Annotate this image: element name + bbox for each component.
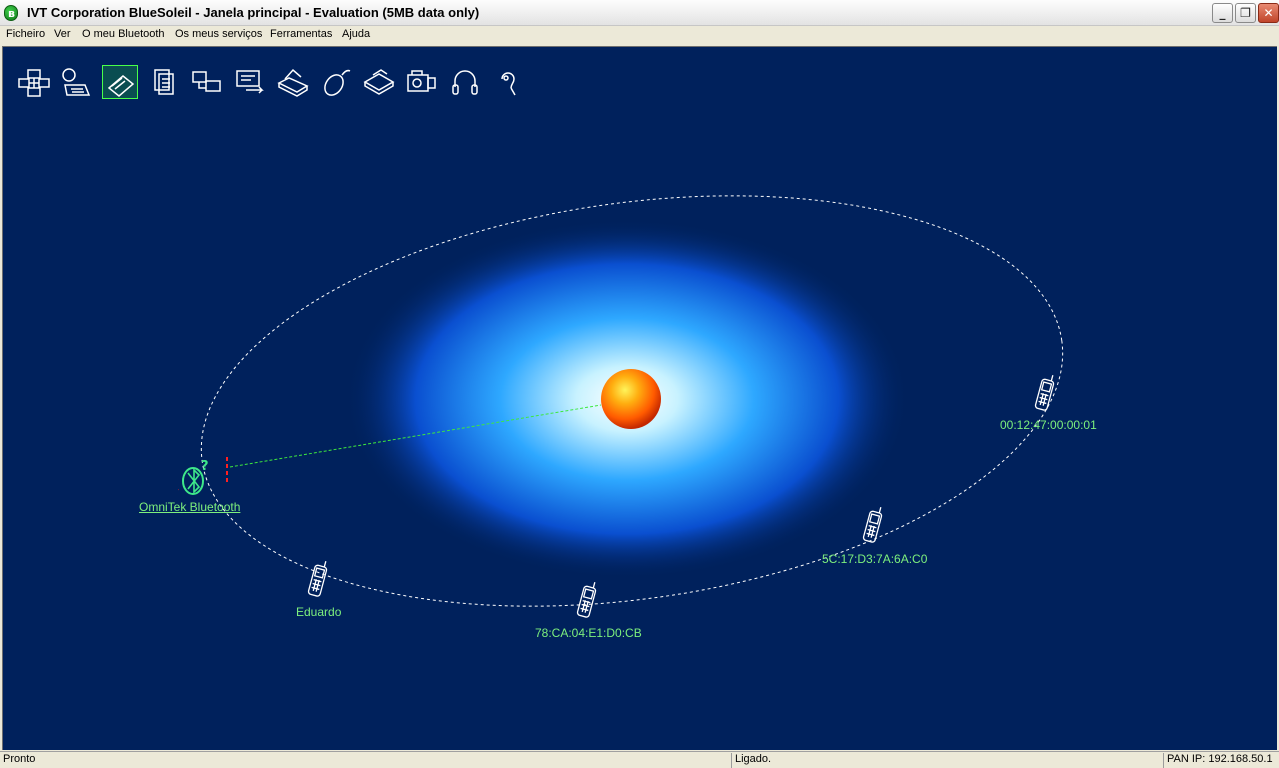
- printer-icon[interactable]: [275, 65, 311, 99]
- menu-o-meu-bluetooth[interactable]: O meu Bluetooth: [82, 28, 165, 40]
- mobile-phone-icon: [1034, 374, 1055, 411]
- device-label[interactable]: 78:CA:04:E1:D0:CB: [535, 626, 642, 640]
- pim-synchronization-icon[interactable]: [146, 65, 182, 99]
- minimize-button[interactable]: _: [1212, 3, 1233, 23]
- headset-icon[interactable]: [490, 65, 526, 99]
- device-00-12-47-00-00-01[interactable]: [1033, 372, 1059, 414]
- local-host-sun[interactable]: [601, 369, 661, 429]
- bluetooth-adapter-icon: ?: [169, 457, 228, 498]
- device-label[interactable]: 5C:17:D3:7A:6A:C0: [822, 552, 927, 566]
- status-bar: Pronto Ligado. PAN IP: 192.168.50.1: [0, 751, 1279, 768]
- restore-button[interactable]: ❐: [1235, 3, 1256, 23]
- file-transfer-icon[interactable]: [102, 65, 138, 99]
- close-button[interactable]: ✕: [1258, 3, 1279, 23]
- menu-ajuda[interactable]: Ajuda: [342, 28, 370, 40]
- mobile-phone-icon: [576, 581, 597, 618]
- menu-ferramentas[interactable]: Ferramentas: [270, 28, 332, 40]
- device-eduardo[interactable]: [306, 558, 332, 600]
- main-window: ʙ IVT Corporation BlueSoleil - Janela pr…: [0, 0, 1279, 768]
- object-push-icon[interactable]: [404, 65, 440, 99]
- mobile-phone-icon: [307, 560, 328, 597]
- device-orbit-scene: [200, 195, 1064, 607]
- personal-area-network-icon[interactable]: [16, 65, 52, 99]
- device-label[interactable]: 00:12:47:00:00:01: [1000, 418, 1097, 432]
- title-bar[interactable]: ʙ IVT Corporation BlueSoleil - Janela pr…: [0, 0, 1279, 26]
- connection-status: Ligado.: [731, 753, 1163, 768]
- local-bluetooth-device[interactable]: ?: [169, 457, 238, 499]
- serial-port-icon[interactable]: [232, 65, 268, 99]
- mouse-icon[interactable]: [318, 65, 354, 99]
- fax-icon[interactable]: [361, 65, 397, 99]
- mobile-phone-icon: [862, 506, 883, 543]
- device-78-ca-04-e1-d0-cb[interactable]: [575, 579, 601, 621]
- bluesoleil-app-icon[interactable]: ʙ: [4, 5, 18, 21]
- headphones-icon[interactable]: [447, 65, 483, 99]
- svg-text:?: ?: [201, 459, 209, 474]
- bluetooth-device-map[interactable]: ? OmniTek Bluetooth 00:12:47:00:00:01 5C…: [2, 46, 1277, 750]
- window-title: IVT Corporation BlueSoleil - Janela prin…: [27, 5, 480, 20]
- menu-os-meus-servicos[interactable]: Os meus serviços: [175, 28, 262, 40]
- status-text: Pronto: [3, 753, 36, 765]
- pan-ip-status: PAN IP: 192.168.50.1: [1163, 753, 1279, 768]
- menu-ficheiro[interactable]: Ficheiro: [6, 28, 45, 40]
- menu-ver[interactable]: Ver: [54, 28, 71, 40]
- device-label[interactable]: Eduardo: [296, 605, 341, 619]
- lan-access-icon[interactable]: [189, 65, 225, 99]
- dial-up-networking-icon[interactable]: [59, 65, 95, 99]
- menu-bar: Ficheiro Ver O meu Bluetooth Os meus ser…: [0, 26, 1279, 45]
- device-5c-17-d3-7a-6a-c0[interactable]: [861, 504, 887, 546]
- local-device-label[interactable]: OmniTek Bluetooth: [139, 500, 240, 514]
